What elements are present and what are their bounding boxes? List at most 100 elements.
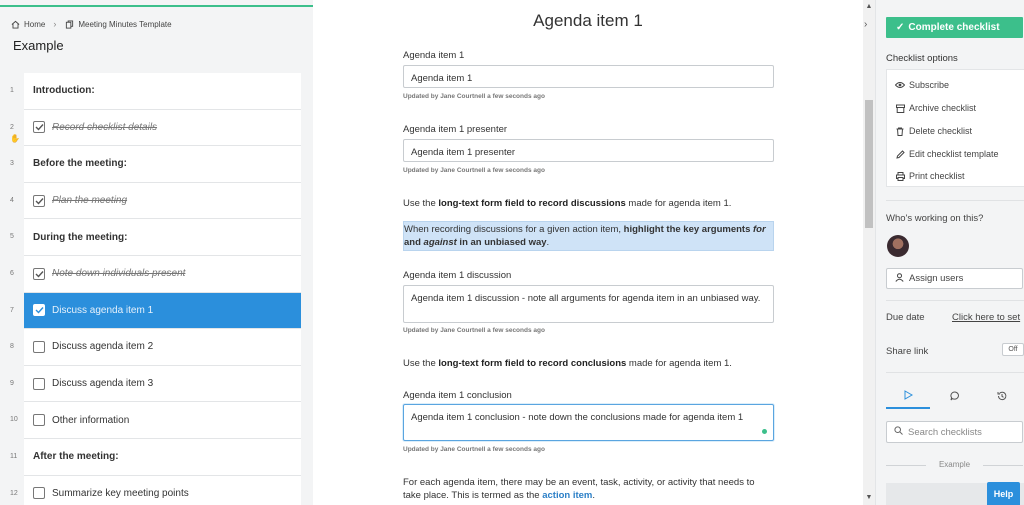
- updated-note: Updated by Jane Courtnell a few seconds …: [403, 93, 545, 100]
- checklist-title: Example: [13, 38, 64, 53]
- task-number: 2: [10, 123, 14, 131]
- task-card[interactable]: After the meeting:: [24, 438, 301, 476]
- action-item-link[interactable]: action item: [542, 490, 592, 501]
- task-label: Record checklist details: [52, 121, 158, 133]
- task-number: 4: [10, 196, 14, 204]
- task-number: 8: [10, 343, 14, 351]
- task-checkbox[interactable]: [33, 267, 45, 280]
- task-card[interactable]: Before the meeting:: [24, 146, 301, 183]
- task-item[interactable]: 9 Discuss agenda item 3: [0, 365, 313, 403]
- delete-option[interactable]: Delete checklist: [895, 126, 972, 136]
- checklist-sidebar: ✓ Complete checklist Checklist options S…: [875, 0, 1024, 505]
- breadcrumb-home[interactable]: Home: [24, 20, 45, 29]
- instruction-text: Use the long-text form field to record c…: [403, 358, 732, 369]
- task-number: 11: [10, 452, 18, 460]
- task-card[interactable]: Discuss agenda item 1: [24, 292, 301, 330]
- play-icon: [904, 389, 913, 403]
- task-checkbox[interactable]: [33, 194, 45, 207]
- assign-users-button[interactable]: Assign users: [886, 268, 1023, 289]
- field-label: Agenda item 1: [403, 50, 465, 61]
- task-number: 7: [10, 306, 14, 314]
- task-checkbox[interactable]: [33, 304, 45, 317]
- task-item[interactable]: 6 Note down individuals present: [0, 255, 313, 293]
- options-menu: Subscribe Archive checklist Delete check…: [886, 69, 1024, 187]
- discussion-field[interactable]: Agenda item 1 discussion - note all argu…: [403, 285, 774, 323]
- task-label: During the meeting:: [33, 231, 128, 243]
- task-card[interactable]: Discuss agenda item 3: [24, 365, 301, 403]
- task-label: Other information: [52, 414, 130, 426]
- task-card[interactable]: Record checklist details: [24, 109, 301, 147]
- divider: [886, 300, 1024, 301]
- agenda-item-field[interactable]: Agenda item 1: [403, 65, 774, 88]
- tab-history[interactable]: [980, 385, 1024, 409]
- divider: [886, 372, 1024, 373]
- scroll-up-arrow[interactable]: ▲: [863, 3, 875, 10]
- task-label: Note down individuals present: [52, 268, 186, 280]
- presenter-field[interactable]: Agenda item 1 presenter: [403, 139, 774, 162]
- task-item[interactable]: 10 Other information: [0, 402, 313, 439]
- scroll-down-arrow[interactable]: ▼: [863, 494, 875, 501]
- task-checkbox[interactable]: [33, 340, 45, 353]
- help-button[interactable]: Help: [987, 482, 1020, 505]
- task-card[interactable]: Summarize key meeting points: [24, 475, 301, 505]
- set-due-date-link[interactable]: Click here to set: [952, 312, 1020, 323]
- who-working-title: Who's working on this?: [886, 213, 984, 224]
- due-date-label: Due date: [886, 312, 925, 323]
- activity-tabs: [886, 385, 1024, 409]
- conclusion-field[interactable]: Agenda item 1 conclusion - note down the…: [403, 404, 774, 441]
- task-card[interactable]: Note down individuals present: [24, 255, 301, 293]
- task-card[interactable]: During the meeting:: [24, 219, 301, 256]
- task-label: Discuss agenda item 1: [52, 304, 154, 316]
- task-number: 10: [10, 416, 18, 424]
- task-number: 6: [10, 269, 14, 277]
- tab-play[interactable]: [886, 385, 930, 409]
- task-label: Summarize key meeting points: [52, 487, 189, 499]
- task-checkbox[interactable]: [33, 121, 45, 134]
- task-item[interactable]: 7 Discuss agenda item 1: [0, 292, 313, 330]
- scrollbar-thumb[interactable]: [865, 100, 873, 228]
- user-icon: [895, 272, 904, 285]
- search-checklists-input[interactable]: Search checklists: [886, 421, 1023, 443]
- chevron-right-icon[interactable]: ›: [864, 19, 867, 30]
- print-option[interactable]: Print checklist: [895, 171, 965, 181]
- task-item[interactable]: 8 Discuss agenda item 2: [0, 329, 313, 366]
- subscribe-option[interactable]: Subscribe: [895, 80, 949, 90]
- task-card[interactable]: Other information: [24, 402, 301, 439]
- task-item[interactable]: 2 ✋ Record checklist details: [0, 109, 313, 147]
- task-title: Agenda item 1: [533, 11, 643, 30]
- breadcrumb-separator: ›: [53, 19, 57, 29]
- template-icon: [64, 19, 74, 29]
- home-icon[interactable]: [10, 19, 20, 29]
- task-checkbox[interactable]: [33, 487, 45, 500]
- example-separator: Example: [886, 460, 1023, 469]
- share-link-toggle[interactable]: Off: [1002, 343, 1024, 356]
- task-checkbox[interactable]: [33, 414, 45, 427]
- archive-option[interactable]: Archive checklist: [895, 103, 976, 113]
- task-checkbox[interactable]: [33, 377, 45, 390]
- avatar[interactable]: [887, 235, 909, 257]
- task-item[interactable]: 4 Plan the meeting: [0, 182, 313, 220]
- main-scrollbar[interactable]: ▲ ▼: [863, 0, 875, 505]
- task-item[interactable]: 1 Introduction:: [0, 73, 313, 110]
- task-content: Agenda item 1 Agenda item 1 Agenda item …: [313, 0, 863, 505]
- edit-template-option[interactable]: Edit checklist template: [895, 149, 999, 159]
- complete-checklist-button[interactable]: ✓ Complete checklist: [886, 17, 1023, 38]
- task-number: 9: [10, 379, 14, 387]
- task-item[interactable]: 3 Before the meeting:: [0, 146, 313, 183]
- task-item[interactable]: 12 Summarize key meeting points: [0, 475, 313, 505]
- breadcrumb-template[interactable]: Meeting Minutes Template: [78, 20, 171, 29]
- task-card[interactable]: Introduction:: [24, 73, 301, 110]
- pencil-icon: [895, 149, 905, 159]
- field-label: Agenda item 1 discussion: [403, 270, 512, 281]
- task-sidebar: Home › Meeting Minutes Template Example …: [0, 0, 313, 505]
- drag-handle-icon[interactable]: ✋: [10, 134, 20, 143]
- comment-icon: [950, 390, 960, 404]
- task-item[interactable]: 11 After the meeting:: [0, 438, 313, 476]
- task-item[interactable]: 5 During the meeting:: [0, 219, 313, 256]
- task-card[interactable]: Plan the meeting: [24, 182, 301, 220]
- tab-comments[interactable]: [933, 385, 977, 409]
- archive-icon: [895, 104, 905, 113]
- options-title: Checklist options: [886, 53, 958, 64]
- task-card[interactable]: Discuss agenda item 2: [24, 329, 301, 366]
- updated-note: Updated by Jane Courtnell a few seconds …: [403, 167, 545, 174]
